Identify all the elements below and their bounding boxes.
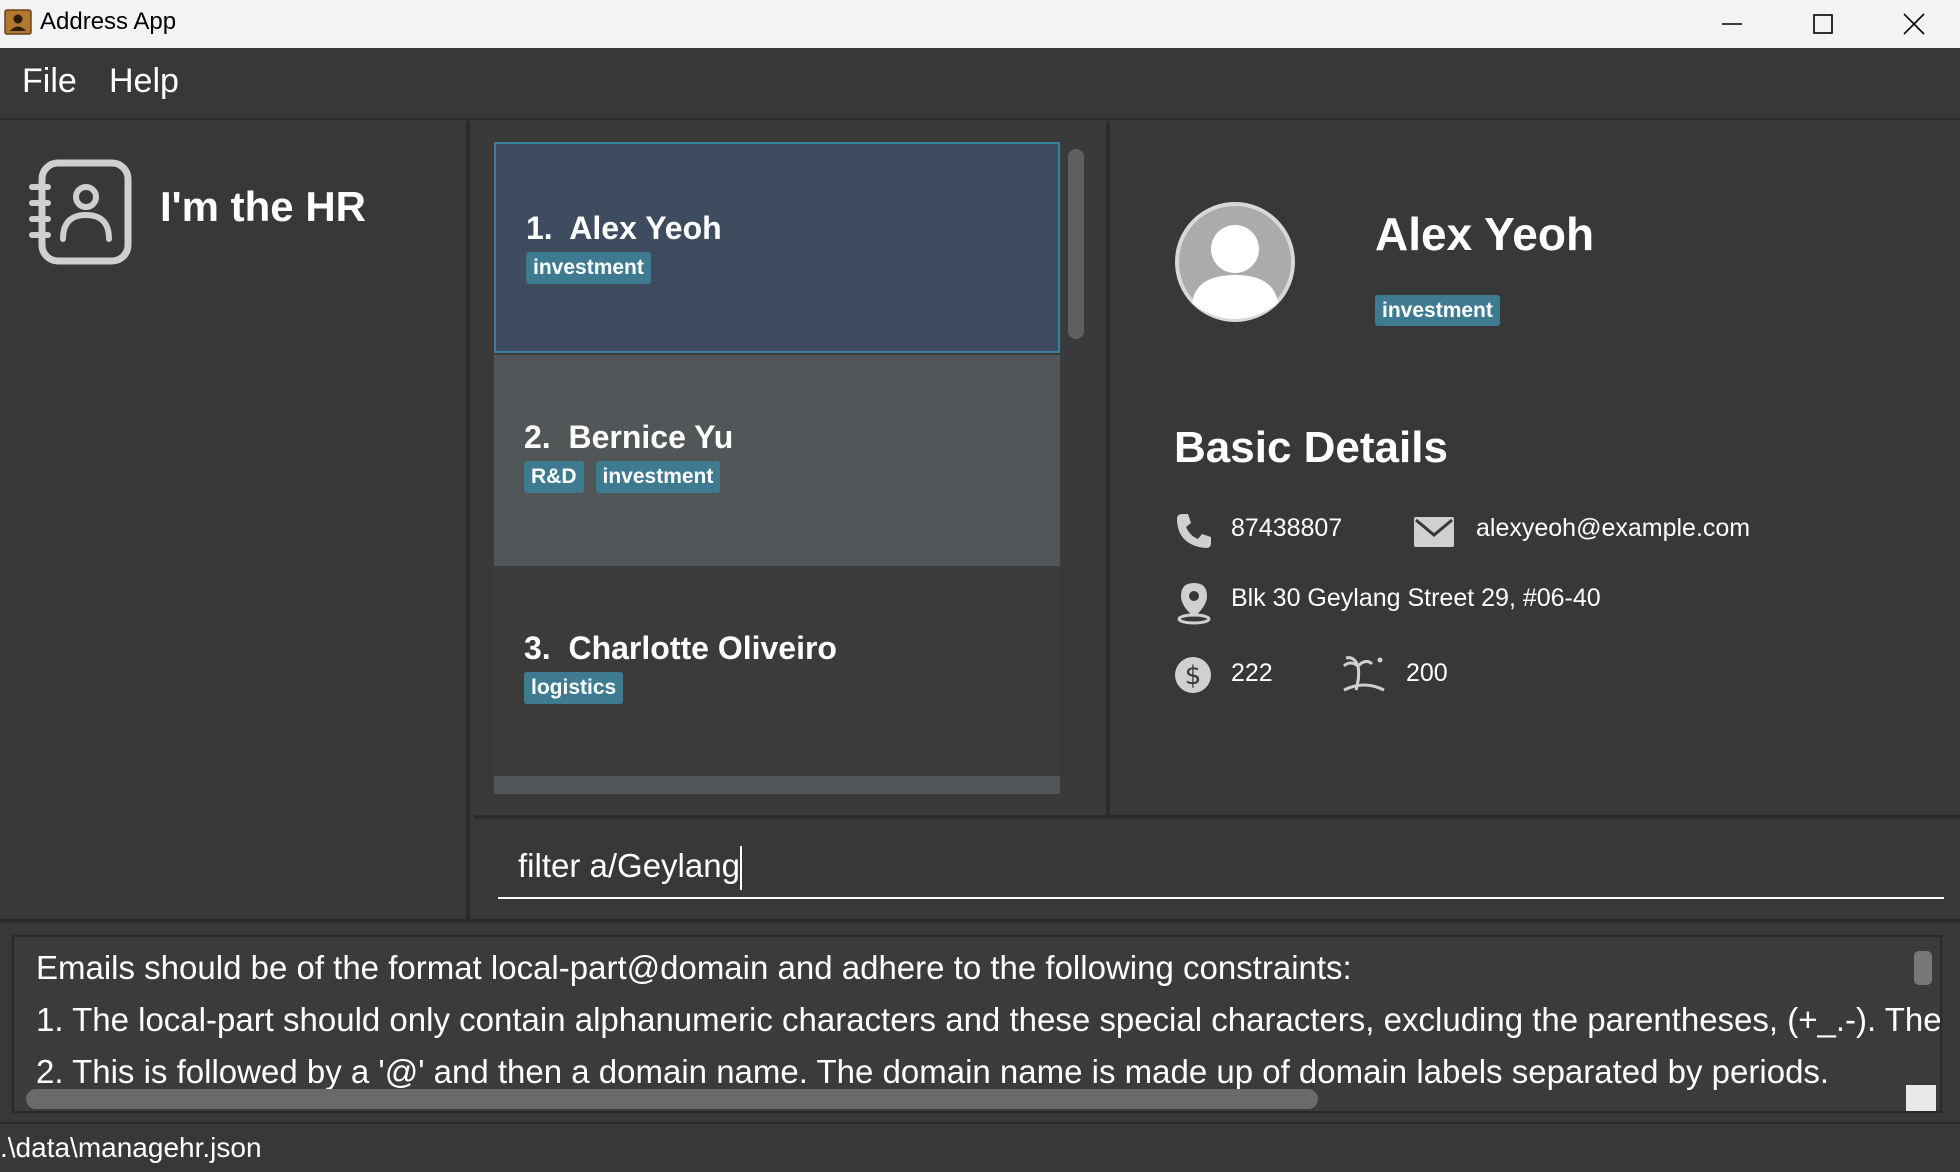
person-tags: logistics: [524, 672, 624, 704]
email-icon: [1414, 517, 1454, 547]
salary-value: 222: [1231, 659, 1273, 687]
person-card-4-partial[interactable]: [494, 776, 1060, 794]
result-line-2: 1. The local-part should only contain al…: [36, 1001, 1942, 1038]
result-line-3: 2. This is followed by a '@' and then a …: [36, 1053, 1830, 1090]
minimize-icon: [1722, 23, 1742, 25]
tag: logistics: [524, 672, 624, 704]
person-tags: investment: [526, 252, 651, 284]
avatar-icon: [1175, 202, 1295, 322]
person-card-title: 3. Charlotte Oliveiro: [524, 630, 837, 667]
location-icon: [1177, 583, 1211, 625]
person-name: Alex Yeoh: [569, 210, 722, 246]
phone-icon: [1177, 514, 1211, 548]
detail-name: Alex Yeoh: [1375, 208, 1595, 260]
person-index: 3.: [524, 630, 551, 666]
person-card-3[interactable]: 3. Charlotte Oliveiro logistics: [494, 566, 1060, 777]
beach-icon: [1342, 656, 1385, 692]
app-name: I'm the HR: [160, 183, 367, 230]
email-value: alexyeoh@example.com: [1476, 514, 1751, 542]
section-title: Basic Details: [1174, 423, 1448, 472]
result-horizontal-scrollbar[interactable]: [26, 1089, 1318, 1109]
tag: investment: [526, 252, 651, 284]
text-caret: [739, 846, 742, 891]
status-bar: .\data\managehr.json: [0, 1122, 1960, 1172]
detail-tags: investment: [1375, 295, 1500, 326]
person-card-title: 1. Alex Yeoh: [526, 210, 722, 247]
tag: R&D: [524, 461, 584, 493]
menu-help[interactable]: Help: [109, 62, 179, 101]
save-location: .\data\managehr.json: [0, 1132, 262, 1163]
menu-bar: File Help: [0, 48, 1960, 120]
dollar-icon: $: [1175, 657, 1211, 693]
person-index: 1.: [526, 210, 553, 246]
result-line-1: Emails should be of the format local-par…: [36, 949, 1352, 986]
close-icon: [1903, 13, 1925, 35]
person-card-title: 2. Bernice Yu: [524, 419, 733, 456]
scrollbar-corner: [1906, 1085, 1936, 1111]
person-name: Charlotte Oliveiro: [568, 630, 837, 666]
person-index: 2.: [524, 419, 551, 455]
command-area: filter a/Geylang: [474, 815, 1960, 919]
address-value: Blk 30 Geylang Street 29, #06-40: [1231, 584, 1601, 612]
title-bar: Address App: [0, 0, 1960, 48]
address-book-icon: [4, 9, 32, 35]
list-scrollbar[interactable]: [1068, 149, 1084, 339]
tag: investment: [1375, 295, 1500, 326]
svg-text:$: $: [1185, 661, 1202, 691]
tag: investment: [595, 461, 721, 493]
window-title: Address App: [40, 8, 177, 35]
result-display-area: Emails should be of the format local-par…: [0, 919, 1960, 1122]
person-card-1[interactable]: 1. Alex Yeoh investment: [494, 142, 1060, 353]
person-detail-panel: Alex Yeoh investment Basic Details 87438…: [1114, 121, 1960, 815]
person-list[interactable]: 1. Alex Yeoh investment 2. Bernice Yu R&…: [474, 121, 1110, 815]
person-tags: R&D investment: [524, 461, 721, 493]
leave-value: 200: [1406, 659, 1448, 687]
result-display[interactable]: Emails should be of the format local-par…: [12, 935, 1942, 1113]
contact-book-icon: [29, 159, 132, 265]
minimize-button[interactable]: [1686, 0, 1778, 48]
command-input[interactable]: filter a/Geylang: [498, 841, 1944, 899]
maximize-icon: [1813, 14, 1833, 34]
sidebar: I'm the HR: [0, 121, 470, 919]
phone-value: 87438807: [1231, 514, 1343, 542]
command-text: filter a/Geylang: [518, 847, 740, 884]
result-vertical-scrollbar[interactable]: [1914, 951, 1932, 985]
close-button[interactable]: [1868, 0, 1960, 48]
person-name: Bernice Yu: [568, 419, 734, 455]
maximize-button[interactable]: [1777, 0, 1869, 48]
person-card-2[interactable]: 2. Bernice Yu R&D investment: [494, 355, 1060, 566]
menu-file[interactable]: File: [22, 62, 77, 101]
